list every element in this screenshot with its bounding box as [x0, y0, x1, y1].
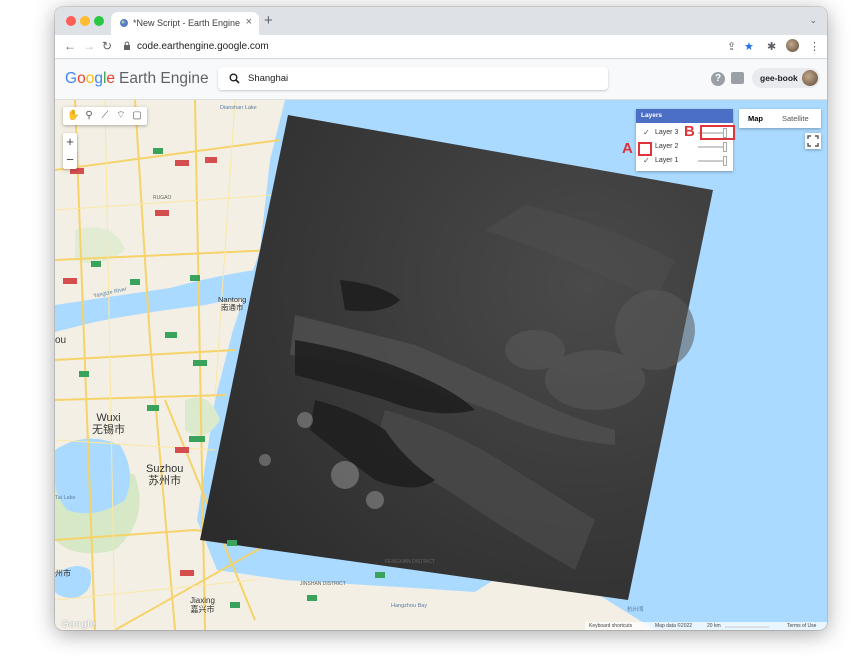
map-label-hangzhou-bay-cn: 杭州湾 [627, 607, 644, 613]
close-window-button[interactable] [66, 16, 76, 26]
account-name: gee-book [760, 73, 798, 83]
city-partial-left: ou [55, 335, 67, 346]
zoom-out-button[interactable]: − [63, 151, 77, 169]
search-value: Shanghai [248, 73, 289, 84]
layer-name: Layer 3 [655, 129, 679, 136]
map-canvas[interactable]: Dianshan Lake Yangtze River Tai Lake Han… [55, 100, 827, 630]
annotation-label-a: A [622, 140, 633, 157]
account-avatar [802, 70, 818, 86]
map-data-text: Map data ©2022 [655, 623, 693, 629]
layer-name: Layer 2 [655, 143, 679, 150]
fullscreen-icon [807, 135, 819, 147]
layer-checkbox[interactable]: ✓ [643, 156, 650, 165]
app-header: Google Earth Engine Shanghai ? gee-book [55, 60, 827, 100]
browser-menu-icon[interactable]: ⋮ [809, 40, 820, 53]
keyboard-shortcuts-link[interactable]: Keyboard shortcuts [589, 623, 632, 629]
minimize-window-button[interactable] [80, 16, 90, 26]
layers-header[interactable]: Layers [636, 109, 733, 123]
close-tab-icon[interactable]: × [246, 16, 252, 28]
annotation-label-b: B [684, 123, 695, 140]
places-search-input[interactable]: Shanghai [218, 67, 608, 90]
earth-engine-favicon-icon [120, 19, 128, 27]
zoom-control: + − [63, 133, 77, 169]
map-type-map-button[interactable]: Map [748, 114, 763, 123]
extensions-puzzle-icon[interactable]: ✱ [767, 40, 776, 53]
layer-checkbox[interactable]: ✓ [643, 128, 650, 137]
google-earth-engine-logo[interactable]: Google Earth Engine [65, 70, 209, 88]
url-text: code.earthengine.google.com [137, 41, 269, 52]
tab-strip: *New Script - Earth Engine Co × + ⌄ [55, 7, 827, 35]
browser-toolbar: ← → ↻ code.earthengine.google.com ⇪ ★ ✱ … [55, 35, 827, 59]
opacity-slider-handle[interactable] [723, 142, 727, 152]
annotation-box-b [700, 125, 735, 140]
scale-label: 20 km [707, 623, 721, 629]
opacity-slider[interactable] [698, 146, 726, 148]
district-fengxian: FENGXIAN DISTRICT [385, 559, 436, 565]
opacity-slider[interactable] [698, 160, 726, 162]
map-label-hangzhou-bay: Hangzhou Bay [391, 603, 428, 609]
city-huzhou: 州市 [55, 569, 71, 578]
map-label-dianshan: Dianshan Lake [220, 105, 257, 111]
new-tab-button[interactable]: + [264, 12, 273, 29]
pan-hand-icon[interactable]: ✋ [67, 110, 79, 122]
district-rugao: RUGAO [153, 195, 172, 201]
back-arrow-icon[interactable]: ← [64, 39, 76, 53]
layer-name: Layer 1 [655, 157, 679, 164]
reload-icon[interactable]: ↻ [102, 39, 112, 53]
profile-avatar[interactable] [786, 39, 799, 52]
zoom-in-button[interactable]: + [63, 133, 77, 151]
tab-search-chevron-icon[interactable]: ⌄ [809, 15, 817, 26]
terms-link[interactable]: Terms of Use [787, 623, 816, 629]
city-nantong: Nantong 南通市 [218, 295, 247, 313]
polygon-tool-icon[interactable]: ⌔ [115, 110, 127, 122]
bookmark-star-icon[interactable]: ★ [744, 40, 754, 53]
point-marker-icon[interactable]: ⚲ [83, 110, 95, 122]
city-jiaxing: Jiaxing 嘉兴市 [190, 596, 215, 614]
layer-row: ✓ Layer 1 [636, 154, 733, 168]
city-suzhou: Suzhou 苏州市 [146, 463, 184, 488]
rectangle-tool-icon[interactable]: ▢ [131, 110, 143, 122]
map-attribution: Keyboard shortcuts Map data ©2022 20 km … [585, 622, 827, 630]
layers-panel: Layers ✓ Layer 3 ✓ Layer 2 ✓ Layer 1 [636, 109, 733, 171]
help-icon[interactable]: ? [711, 72, 725, 86]
lock-icon [124, 41, 130, 50]
drawing-tools: ✋ ⚲ ⟋ ⌔ ▢ [63, 107, 147, 125]
basemap-layer [55, 100, 769, 630]
fullscreen-button[interactable] [805, 133, 821, 149]
account-button[interactable]: gee-book [752, 68, 820, 88]
district-jinshan: JINSHAN DISTRICT [300, 581, 346, 587]
line-tool-icon[interactable]: ⟋ [99, 110, 111, 122]
browser-window: *New Script - Earth Engine Co × + ⌄ ← → … [55, 7, 827, 630]
annotation-box-a [638, 142, 652, 156]
map-type-satellite-button[interactable]: Satellite [782, 114, 809, 123]
share-icon[interactable]: ⇪ [727, 40, 736, 53]
map-type-control: Map Satellite [739, 109, 821, 128]
browser-tab[interactable]: *New Script - Earth Engine Co × [111, 12, 259, 35]
search-icon [229, 73, 240, 84]
city-wuxi: Wuxi 无锡市 [92, 412, 125, 437]
forward-arrow-icon[interactable]: → [83, 39, 95, 53]
address-bar[interactable]: code.earthengine.google.com [123, 38, 723, 56]
google-map-logo: Google [61, 619, 96, 630]
opacity-slider-handle[interactable] [723, 156, 727, 166]
map-label-tai-lake: Tai Lake [55, 495, 76, 501]
maximize-window-button[interactable] [94, 16, 104, 26]
tab-title: *New Script - Earth Engine Co [133, 18, 243, 28]
feedback-icon[interactable] [731, 72, 744, 84]
